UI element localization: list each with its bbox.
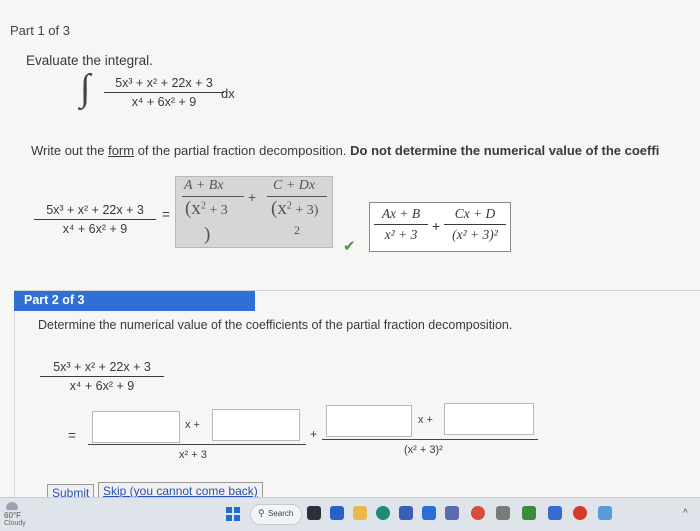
integral-sign: ∫: [80, 67, 91, 109]
app-icon-6[interactable]: [573, 506, 587, 520]
gray-term2-den-b: + 3): [291, 203, 319, 218]
write-form-prefix: Write out the: [31, 143, 109, 158]
part1-lhs-denominator: x⁴ + 6x² + 9: [62, 222, 128, 236]
app-icon-4[interactable]: [522, 506, 536, 520]
page: Part 1 of 3 Evaluate the integral. ∫ 5x³…: [0, 0, 700, 503]
coefficient-d-input[interactable]: [444, 403, 534, 435]
write-form-bold: Do not determine the numerical value of …: [350, 143, 660, 158]
search-label: Search: [268, 509, 294, 518]
windows-start-icon[interactable]: [226, 507, 240, 521]
part2-header: Part 2 of 3: [14, 291, 255, 311]
app-icon-1[interactable]: [422, 506, 436, 520]
weather-temp: 60°F: [4, 511, 21, 520]
part1-lhs-fraction: 5x³ + x² + 22x + 3 x⁴ + 6x² + 9: [34, 203, 156, 236]
gray-term1-denominator: (x2 + 3: [185, 198, 228, 220]
coefficient-c-input[interactable]: [326, 405, 412, 437]
coefficient-a-input[interactable]: [92, 411, 180, 443]
part2-lhs-denominator: x⁴ + 6x² + 9: [69, 379, 135, 393]
fraction-bar-2: [322, 439, 538, 440]
part2-instruction: Determine the numerical value of the coe…: [38, 318, 513, 332]
integrand-fraction: 5x³ + x² + 22x + 3 x⁴ + 6x² + 9: [104, 76, 224, 109]
answer-term1-denominator: x² + 3: [384, 227, 418, 242]
chevron-up-icon[interactable]: ^: [683, 508, 688, 519]
answer-term2-denominator: (x² + 3)²: [452, 227, 498, 242]
part2-lhs-numerator: 5x³ + x² + 22x + 3: [40, 360, 164, 377]
weather-desc: Cloudy: [4, 520, 26, 527]
write-form-middle: of the partial fraction decomposition.: [134, 143, 351, 158]
answer-term1-numerator: Ax + B: [374, 206, 428, 225]
fraction-bar-1: [88, 444, 306, 445]
gray-term1-close-paren: ): [204, 224, 211, 245]
part2-equals: =: [68, 428, 76, 443]
check-icon: ✔: [343, 238, 356, 255]
app-icon-7[interactable]: [598, 506, 612, 520]
part1-label: Part 1 of 3: [10, 23, 70, 38]
integrand-numerator: 5x³ + x² + 22x + 3: [104, 76, 224, 93]
part2-plus: +: [310, 427, 318, 441]
part1-instruction: Evaluate the integral.: [26, 53, 153, 68]
denominator-2: (x² + 3)²: [404, 444, 443, 456]
dx-label: dx: [221, 86, 235, 101]
write-form-instruction: Write out the form of the partial fracti…: [31, 143, 659, 158]
answer-term2-numerator: Cx + D: [444, 206, 506, 225]
coefficient-b-input[interactable]: [212, 409, 300, 441]
gray-term2-den-a: (x: [271, 198, 287, 219]
chrome-icon[interactable]: [471, 506, 485, 520]
gray-term2-exponent: 2: [294, 223, 300, 237]
store-icon[interactable]: [399, 506, 413, 520]
x-plus-label-1: x +: [185, 419, 200, 431]
integrand-denominator: x⁴ + 6x² + 9: [131, 95, 197, 109]
part2-lhs-fraction: 5x³ + x² + 22x + 3 x⁴ + 6x² + 9: [40, 360, 164, 393]
app-icon-2[interactable]: [445, 506, 459, 520]
gray-term2-denominator: (x2 + 3): [271, 198, 318, 220]
taskbar: 60°F Cloudy ⚲ Search ^: [0, 497, 700, 531]
task-view-icon[interactable]: [307, 506, 321, 520]
app-icon-5[interactable]: [548, 506, 562, 520]
edge-browser-icon[interactable]: [376, 506, 390, 520]
answer-term1: Ax + B x² + 3: [374, 206, 428, 243]
gray-term2-numerator: C + Dx: [273, 178, 316, 193]
gray-term1-numerator: A + Bx: [184, 178, 224, 193]
file-explorer-icon[interactable]: [353, 506, 367, 520]
app-icon-3[interactable]: [496, 506, 510, 520]
gray-plus: +: [248, 189, 257, 205]
gray-term1-den-b: + 3: [205, 203, 228, 218]
chat-icon[interactable]: [330, 506, 344, 520]
form-link[interactable]: form: [108, 143, 134, 158]
answer-term2: Cx + D (x² + 3)²: [444, 206, 506, 243]
part1-equals: =: [162, 207, 170, 222]
answer-plus: +: [432, 218, 441, 234]
part1-lhs-numerator: 5x³ + x² + 22x + 3: [34, 203, 156, 220]
denominator-1: x² + 3: [179, 449, 207, 461]
gray-term1-bar: [182, 196, 244, 197]
gray-term2-bar: [267, 196, 327, 197]
x-plus-label-2: x +: [418, 414, 433, 426]
taskbar-search[interactable]: ⚲ Search: [250, 504, 302, 525]
search-icon: ⚲: [258, 508, 265, 518]
gray-term1-den-a: (x: [185, 198, 201, 219]
weather-icon: [6, 502, 18, 510]
